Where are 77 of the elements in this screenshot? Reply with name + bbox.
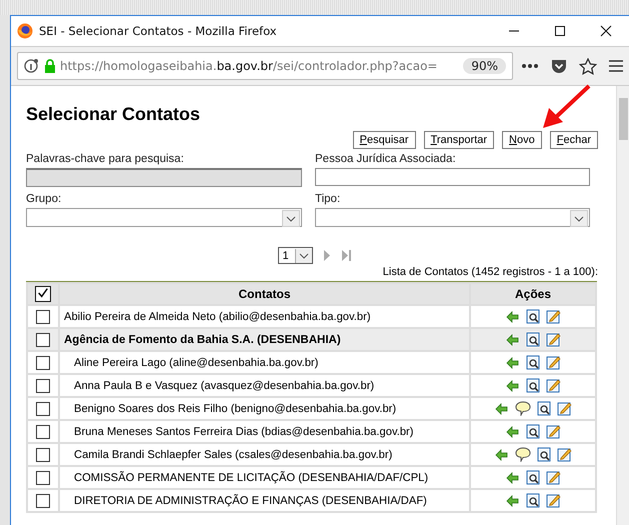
magnifier-page-icon[interactable] — [526, 493, 540, 508]
page-title: Selecionar Contatos — [26, 104, 202, 125]
magnifier-page-icon[interactable] — [526, 309, 540, 324]
magnifier-page-icon[interactable] — [526, 378, 540, 393]
info-icon[interactable] — [24, 58, 40, 74]
field-label: Palavras-chave para pesquisa: — [26, 153, 185, 165]
checkbox[interactable] — [36, 356, 50, 370]
speech-bubble-icon[interactable] — [514, 401, 530, 416]
select-all-checkbox[interactable] — [35, 286, 51, 302]
dropdown-field[interactable] — [26, 208, 302, 227]
address-bar[interactable]: https://homologaseibahia.ba.gov.br/sei/controlador.php?acao= 90% — [17, 52, 513, 80]
checkbox[interactable] — [36, 378, 50, 392]
pencil-page-icon[interactable] — [546, 493, 560, 508]
contact-name: Agência de Fomento da Bahia S.A. (DESENBAHIA) — [63, 334, 342, 346]
scrollbar-thumb[interactable] — [618, 98, 628, 140]
contact-name: Anna Paula B e Vasquez (avasquez@desenbahia.ba.gov.br) — [73, 380, 376, 392]
dropdown-field[interactable] — [315, 208, 590, 227]
speech-bubble-icon[interactable] — [514, 447, 530, 462]
pencil-page-icon[interactable] — [556, 401, 572, 416]
input-field[interactable] — [315, 168, 590, 186]
checkbox[interactable] — [36, 310, 50, 324]
return-arrow-icon[interactable] — [506, 310, 520, 322]
contact-name: Camila Brandi Schlaepfer Sales (csales@desenbahia.ba.gov.br) — [73, 448, 394, 460]
url-text: https://homologaseibahia.ba.gov.br/sei/controlador.php?acao= — [60, 59, 438, 73]
browser-logo-icon — [17, 23, 33, 39]
menu-icon[interactable] — [609, 60, 623, 72]
magnifier-page-icon[interactable] — [536, 401, 550, 416]
magnifier-page-icon[interactable] — [526, 470, 540, 485]
pencil-page-icon[interactable] — [546, 332, 560, 347]
page-select[interactable]: 1 — [278, 247, 313, 264]
window-title: SEI - Selecionar Contatos - Mozilla Firefox — [39, 24, 278, 38]
return-arrow-icon[interactable] — [506, 426, 520, 438]
toolbar-button[interactable]: Transportar — [424, 131, 494, 149]
checkbox[interactable] — [36, 402, 50, 416]
contact-name: Bruna Meneses Santos Ferreira Dias (bdias@desenbahia.ba.gov.br) — [73, 426, 414, 438]
checkbox[interactable] — [36, 448, 50, 462]
magnifier-page-icon[interactable] — [526, 355, 540, 370]
checkbox[interactable] — [36, 470, 50, 484]
contact-name: Abilio Pereira de Almeida Neto (abilio@desenbahia.ba.gov.br) — [63, 310, 372, 322]
pencil-page-icon[interactable] — [546, 355, 560, 370]
toolbar-button[interactable]: Fechar — [550, 131, 598, 149]
return-arrow-icon[interactable] — [506, 472, 520, 484]
column-header: Contatos — [60, 284, 469, 304]
return-arrow-icon[interactable] — [506, 356, 520, 368]
toolbar-button[interactable]: Pesquisar — [352, 131, 416, 149]
checkbox[interactable] — [36, 494, 50, 508]
list-caption: Lista de Contatos (1452 registros - 1 a 100): — [382, 266, 599, 278]
field-label: Pessoa Jurídica Associada: — [315, 153, 457, 165]
pencil-page-icon[interactable] — [546, 378, 560, 393]
contact-name: DIRETORIA DE ADMINISTRAÇÃO E FINANÇAS (DESENBAHIA/DAF) — [73, 494, 428, 506]
pocket-icon[interactable] — [551, 58, 567, 74]
star-icon[interactable] — [579, 58, 597, 74]
checkbox[interactable] — [36, 424, 50, 438]
return-arrow-icon[interactable] — [494, 402, 508, 414]
return-arrow-icon[interactable] — [506, 380, 520, 392]
lock-icon — [44, 58, 56, 74]
magnifier-page-icon[interactable] — [526, 332, 540, 347]
contact-name: Aline Pereira Lago (aline@desenbahia.ba.gov.br) — [73, 356, 320, 368]
return-arrow-icon[interactable] — [506, 334, 520, 346]
more-icon[interactable] — [521, 63, 539, 69]
pencil-page-icon[interactable] — [546, 470, 560, 485]
field-label: Tipo: — [315, 193, 342, 205]
column-header: Ações — [471, 284, 595, 304]
checkbox[interactable] — [36, 332, 50, 346]
contact-name: Benigno Soares dos Reis Filho (benigno@desenbahia.ba.gov.br) — [73, 402, 398, 414]
magnifier-page-icon[interactable] — [536, 447, 550, 462]
pencil-page-icon[interactable] — [546, 424, 560, 439]
contact-name: COMISSÃO PERMANENTE DE LICITAÇÃO (DESENBAHIA/DAF/CPL) — [73, 472, 430, 484]
pencil-page-icon[interactable] — [546, 309, 560, 324]
input-field[interactable] — [26, 168, 302, 187]
toolbar-button[interactable]: Novo — [502, 131, 542, 149]
zoom-level[interactable]: 90% — [463, 58, 506, 74]
field-label: Grupo: — [26, 193, 62, 205]
return-arrow-icon[interactable] — [494, 448, 508, 460]
magnifier-page-icon[interactable] — [526, 424, 540, 439]
return-arrow-icon[interactable] — [506, 494, 520, 506]
pencil-page-icon[interactable] — [556, 447, 572, 462]
